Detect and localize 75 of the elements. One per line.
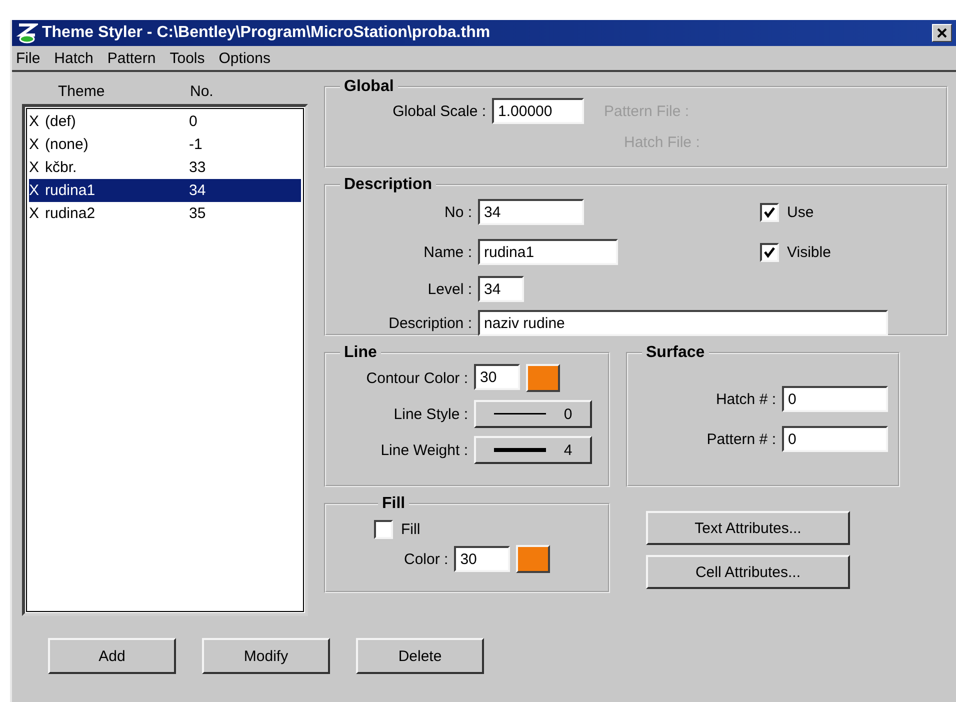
field-label: Global Scale : bbox=[392, 102, 486, 120]
theme-name: kčbr. bbox=[45, 159, 78, 176]
theme-number: -1 bbox=[189, 136, 204, 153]
action-button[interactable]: Delete bbox=[356, 638, 484, 674]
checkbox[interactable] bbox=[760, 202, 779, 222]
checkbox-label: Visible bbox=[787, 244, 831, 260]
theme-name: rudina1 bbox=[45, 182, 96, 199]
field-label: Description : bbox=[388, 314, 472, 332]
input-field[interactable]: 1.00000 bbox=[492, 98, 584, 124]
theme-row[interactable]: X rudina2 35 bbox=[29, 202, 301, 225]
color-swatch[interactable] bbox=[516, 545, 550, 573]
close-icon bbox=[937, 28, 947, 38]
menu-item[interactable]: Pattern bbox=[107, 50, 156, 66]
checkbox-label: Use bbox=[787, 204, 814, 220]
input-field[interactable]: 30 bbox=[474, 364, 520, 390]
group-title: Description bbox=[343, 176, 434, 194]
menu-item[interactable]: File bbox=[16, 50, 40, 66]
theme-name: (none) bbox=[45, 136, 90, 153]
theme-name: (def) bbox=[45, 113, 77, 130]
field-label: Line Style : bbox=[394, 406, 468, 422]
input-field[interactable]: 34 bbox=[478, 199, 584, 225]
input-field[interactable]: rudina1 bbox=[478, 239, 618, 265]
attributes-button[interactable]: Cell Attributes... bbox=[646, 555, 850, 589]
field-label: Color : bbox=[404, 550, 448, 568]
line-picker-button[interactable]: 0 bbox=[474, 400, 592, 428]
input-field[interactable]: 34 bbox=[478, 276, 524, 302]
attributes-button[interactable]: Text Attributes... bbox=[646, 511, 850, 545]
action-button[interactable]: Modify bbox=[202, 638, 330, 674]
column-header: No. bbox=[190, 82, 214, 100]
close-button[interactable] bbox=[932, 24, 952, 42]
input-field[interactable]: 0 bbox=[782, 426, 888, 452]
group-title: Surface bbox=[645, 344, 706, 362]
input-field[interactable]: 30 bbox=[454, 546, 510, 572]
check-icon bbox=[764, 246, 775, 258]
theme-row[interactable]: X kčbr. 33 bbox=[29, 156, 301, 179]
line-sample-icon bbox=[494, 413, 546, 415]
field-label: Pattern # : bbox=[706, 430, 776, 448]
line-sample-icon bbox=[494, 448, 546, 452]
menu-item[interactable]: Tools bbox=[170, 50, 205, 66]
theme-number: 34 bbox=[189, 182, 207, 199]
color-swatch[interactable] bbox=[526, 364, 560, 392]
input-field[interactable]: naziv rudine bbox=[478, 310, 888, 336]
group-title: Global bbox=[343, 78, 395, 96]
row-marker: X bbox=[29, 113, 40, 130]
line-picker-button[interactable]: 4 bbox=[474, 436, 592, 464]
row-marker: X bbox=[29, 159, 40, 176]
checkbox-label: Fill bbox=[401, 520, 420, 538]
menu-item[interactable]: Hatch bbox=[54, 50, 94, 66]
theme-number: 33 bbox=[189, 159, 207, 176]
row-marker: X bbox=[29, 182, 40, 199]
action-button[interactable]: Add bbox=[48, 638, 176, 674]
field-label: Contour Color : bbox=[366, 370, 468, 386]
window-title: Theme Styler - C:\Bentley\Program\MicroStation\proba.thm bbox=[42, 24, 492, 42]
theme-row[interactable]: X (def) 0 bbox=[29, 110, 301, 133]
group-title: Fill bbox=[381, 495, 406, 513]
column-header: Theme bbox=[57, 82, 106, 100]
group-title: Line bbox=[343, 344, 378, 362]
theme-row[interactable]: X rudina1 34 bbox=[29, 179, 301, 202]
theme-number: 0 bbox=[189, 113, 198, 130]
row-marker: X bbox=[29, 205, 40, 222]
theme-name: rudina2 bbox=[45, 205, 96, 222]
field-label: Line Weight : bbox=[380, 442, 468, 458]
field-label: Hatch # : bbox=[716, 390, 776, 408]
app-logo-icon bbox=[16, 22, 38, 44]
menu-item[interactable]: Options bbox=[218, 50, 270, 66]
row-marker: X bbox=[29, 136, 40, 153]
theme-number: 35 bbox=[189, 205, 207, 222]
check-icon bbox=[764, 206, 775, 218]
checkbox[interactable] bbox=[760, 242, 779, 262]
theme-row[interactable]: X (none) -1 bbox=[29, 133, 301, 156]
checkbox[interactable] bbox=[374, 520, 393, 538]
field-label: Level : bbox=[428, 280, 472, 298]
input-field[interactable]: 0 bbox=[782, 386, 888, 412]
field-label: No : bbox=[444, 204, 472, 220]
field-label: Name : bbox=[424, 244, 472, 260]
